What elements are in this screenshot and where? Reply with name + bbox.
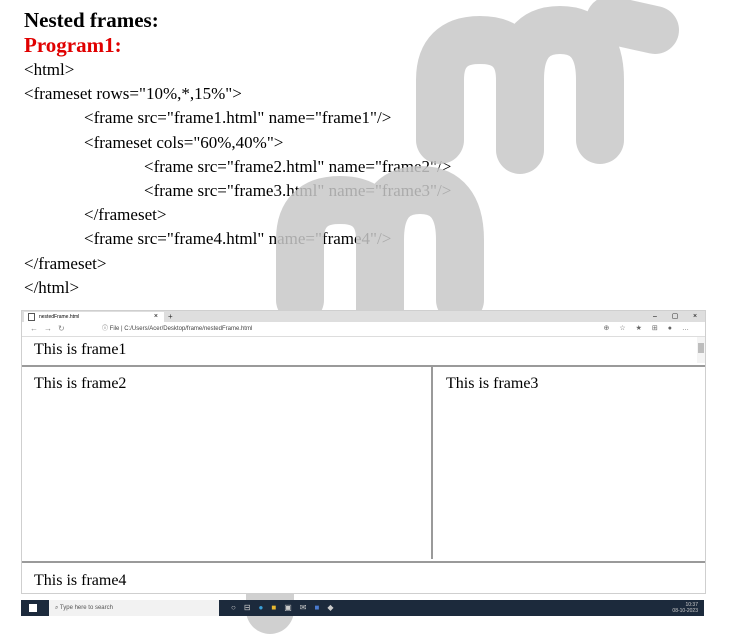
document: Nested frames: Program1: <html> <frameset… (24, 4, 724, 300)
scrollbar-thumb[interactable] (698, 343, 704, 353)
favorites-icon[interactable]: ★ (636, 325, 652, 332)
page-icon (28, 312, 35, 321)
menu-icon[interactable]: … (682, 325, 699, 332)
frame1: This is frame1 (22, 337, 705, 367)
windows-start-icon[interactable] (29, 604, 37, 612)
browser-tab[interactable]: nestedFrame.html × (24, 312, 164, 322)
frame3-text: This is frame3 (446, 375, 539, 392)
address-field[interactable]: ⓘ File | C:/Users/Acer/Desktop/frame/nes… (102, 322, 252, 336)
new-tab-icon[interactable]: + (168, 311, 173, 322)
store-icon[interactable]: ▣ (284, 603, 300, 612)
taskbar-search-input[interactable]: ⌕ Type here to search (49, 600, 219, 616)
profile-icon[interactable]: ● (668, 325, 682, 332)
maximize-icon[interactable]: ▢ (665, 311, 685, 322)
minimize-icon[interactable]: – (645, 311, 665, 322)
frame4: This is frame4 (22, 561, 705, 595)
browser-tools: ⊕☆★⊞●… (603, 322, 699, 336)
refresh-icon[interactable]: ↻ (58, 324, 71, 333)
cortana-icon[interactable]: ○ (231, 603, 244, 612)
heading: Nested frames: (24, 8, 159, 32)
code-line: </frameset> (24, 253, 107, 273)
nav-buttons: ←→↻ (30, 322, 71, 336)
clock-date[interactable]: 08-10-2023 (672, 608, 698, 614)
zoom-icon[interactable]: ⊕ (603, 325, 619, 332)
taskbar-apps: ○⊟●■▣✉■◆ (231, 600, 342, 616)
code-line: <frameset rows="10%,*,15%"> (24, 84, 242, 104)
frame2: This is frame2 (22, 367, 433, 559)
mail-icon[interactable]: ✉ (300, 603, 315, 612)
word-icon[interactable]: ■ (315, 603, 328, 612)
address-prefix: File (109, 326, 120, 332)
window-controls: – ▢ × (645, 311, 705, 322)
code-line: <frame src="frame2.html" name="frame2"/> (144, 156, 452, 176)
code-line: <frame src="frame4.html" name="frame4"/> (84, 229, 392, 249)
code-line: </html> (24, 277, 80, 297)
forward-icon[interactable]: → (44, 324, 58, 333)
collections-icon[interactable]: ⊞ (652, 325, 668, 332)
app-icon[interactable]: ◆ (327, 603, 341, 612)
file-explorer-icon[interactable]: ■ (271, 603, 284, 612)
program-title: Program1: (24, 33, 122, 57)
close-window-icon[interactable]: × (685, 311, 705, 322)
address-url: C:/Users/Acer/Desktop/frame/nestedFrame.… (124, 326, 253, 332)
edge-icon[interactable]: ● (259, 603, 272, 612)
browser-window: nestedFrame.html × + – ▢ × ←→↻ ⓘ File | C:… (21, 310, 706, 594)
frame2-text: This is frame2 (34, 375, 127, 392)
frame1-text: This is frame1 (34, 341, 127, 358)
search-placeholder: Type here to search (59, 605, 113, 611)
system-tray: 10:37 08-10-2023 (672, 602, 698, 614)
taskbar: ⌕ Type here to search ○⊟●■▣✉■◆ 10:37 08-… (21, 600, 704, 616)
close-tab-icon[interactable]: × (154, 312, 158, 322)
favorite-icon[interactable]: ☆ (619, 325, 635, 332)
code-line: <html> (24, 60, 75, 79)
tab-title: nestedFrame.html (39, 314, 80, 320)
frame1-scrollbar[interactable] (697, 337, 705, 363)
task-view-icon[interactable]: ⊟ (244, 603, 259, 612)
address-bar: ←→↻ ⓘ File | C:/Users/Acer/Desktop/frame… (22, 322, 705, 337)
code-line: </frameset> (84, 205, 167, 225)
code-listing: <html> <frameset rows="10%,*,15%"> <frame … (24, 58, 724, 300)
frame3: This is frame3 (434, 367, 705, 559)
code-line: <frame src="frame3.html" name="frame3"/> (144, 180, 452, 200)
code-line: <frame src="frame1.html" name="frame1"/> (84, 108, 392, 128)
back-icon[interactable]: ← (30, 324, 44, 333)
code-line: <frameset cols="60%,40%"> (84, 132, 284, 152)
frame4-text: This is frame4 (34, 572, 127, 589)
tab-bar: nestedFrame.html × + – ▢ × (22, 311, 705, 322)
